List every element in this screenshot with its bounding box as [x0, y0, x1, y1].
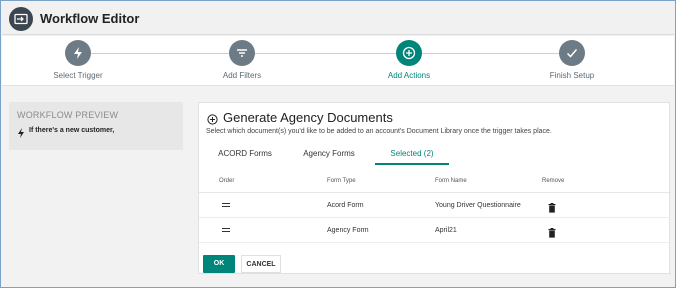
filter-icon	[229, 40, 255, 66]
card-title: Generate Agency Documents	[223, 110, 393, 125]
preview-title: WORKFLOW PREVIEW	[17, 110, 119, 120]
step-label: Finish Setup	[549, 71, 595, 80]
column-header-remove: Remove	[542, 178, 565, 184]
app-header: Workflow Editor	[2, 2, 674, 35]
page-title: Workflow Editor	[40, 11, 140, 26]
cancel-button[interactable]: CANCEL	[241, 255, 281, 273]
drag-handle-icon[interactable]	[222, 228, 230, 234]
table-row: Acord Form Young Driver Questionnaire	[199, 194, 671, 218]
card-divider	[199, 273, 671, 274]
plus-circle-icon	[396, 40, 422, 66]
bolt-icon	[17, 125, 25, 143]
stepper: Select Trigger Add Filters Add Actions F…	[2, 36, 674, 86]
step-add-actions[interactable]: Add Actions	[339, 40, 479, 80]
drag-handle-icon[interactable]	[222, 203, 230, 209]
ok-button[interactable]: OK	[203, 255, 235, 273]
check-icon	[559, 40, 585, 66]
form-name-cell: Young Driver Questionnaire	[435, 202, 521, 209]
form-type-cell: Agency Form	[327, 227, 369, 234]
form-name-cell: April21	[435, 227, 457, 234]
step-label: Select Trigger	[53, 71, 103, 80]
step-label: Add Filters	[222, 71, 262, 80]
tab-acord-forms[interactable]: ACORD Forms	[209, 143, 281, 165]
table-row: Agency Form April21	[199, 219, 671, 243]
app-window: Workflow Editor Select Trigger Add Filte…	[0, 0, 676, 288]
column-header-form-name: Form Name	[435, 178, 467, 184]
step-finish-setup[interactable]: Finish Setup	[502, 40, 642, 80]
form-tabs: ACORD Forms Agency Forms Selected (2)	[209, 143, 629, 165]
tab-agency-forms[interactable]: Agency Forms	[289, 143, 369, 165]
trash-icon[interactable]	[548, 225, 556, 243]
workflow-icon	[9, 7, 33, 31]
trash-icon[interactable]	[548, 200, 556, 218]
step-select-trigger[interactable]: Select Trigger	[8, 40, 148, 80]
workflow-preview-panel: WORKFLOW PREVIEW If there's a new custom…	[9, 102, 183, 150]
form-type-cell: Acord Form	[327, 202, 364, 209]
column-header-order: Order	[219, 178, 235, 184]
bolt-icon	[65, 40, 91, 66]
step-add-filters[interactable]: Add Filters	[172, 40, 312, 80]
step-label: Add Actions	[387, 71, 431, 80]
card-description: Select which document(s) you'd like to b…	[206, 128, 552, 135]
preview-trigger-text: If there's a new customer,	[29, 127, 115, 134]
generate-documents-card: Generate Agency Documents Select which d…	[198, 102, 671, 274]
tab-selected[interactable]: Selected (2)	[375, 143, 449, 165]
column-header-form-type: Form Type	[327, 178, 356, 184]
table-header: Order Form Type Form Name Remove	[199, 175, 671, 193]
